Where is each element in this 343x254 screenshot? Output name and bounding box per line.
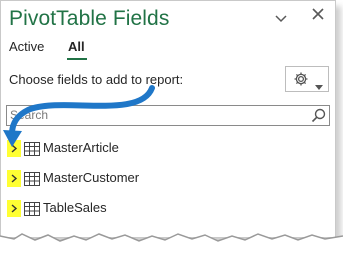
gear-icon bbox=[293, 71, 309, 92]
chevron-down-icon[interactable] bbox=[275, 12, 287, 26]
expand-chevron-icon[interactable] bbox=[7, 140, 21, 157]
tools-button[interactable] bbox=[285, 66, 329, 92]
pivottable-fields-pane: PivotTable Fields Active All Choose fiel… bbox=[0, 0, 336, 238]
search-placeholder: Search bbox=[10, 108, 49, 122]
field-label: TableSales bbox=[43, 200, 107, 215]
field-label: MasterArticle bbox=[43, 140, 119, 155]
choose-fields-label: Choose fields to add to report: bbox=[9, 72, 184, 87]
pane-title: PivotTable Fields bbox=[9, 7, 170, 30]
table-icon bbox=[24, 142, 40, 161]
close-icon[interactable] bbox=[312, 8, 324, 23]
field-label: MasterCustomer bbox=[43, 170, 140, 185]
torn-edge bbox=[0, 233, 343, 254]
active-tab-indicator bbox=[67, 58, 87, 60]
dropdown-arrow-icon bbox=[315, 77, 323, 95]
table-icon bbox=[24, 202, 40, 221]
table-icon bbox=[24, 172, 40, 191]
tab-active[interactable]: Active bbox=[9, 39, 44, 54]
tab-all[interactable]: All bbox=[68, 39, 85, 54]
expand-chevron-icon[interactable] bbox=[7, 200, 21, 217]
expand-chevron-icon[interactable] bbox=[7, 170, 21, 187]
search-icon[interactable] bbox=[311, 108, 326, 128]
search-input[interactable]: Search bbox=[6, 105, 330, 126]
